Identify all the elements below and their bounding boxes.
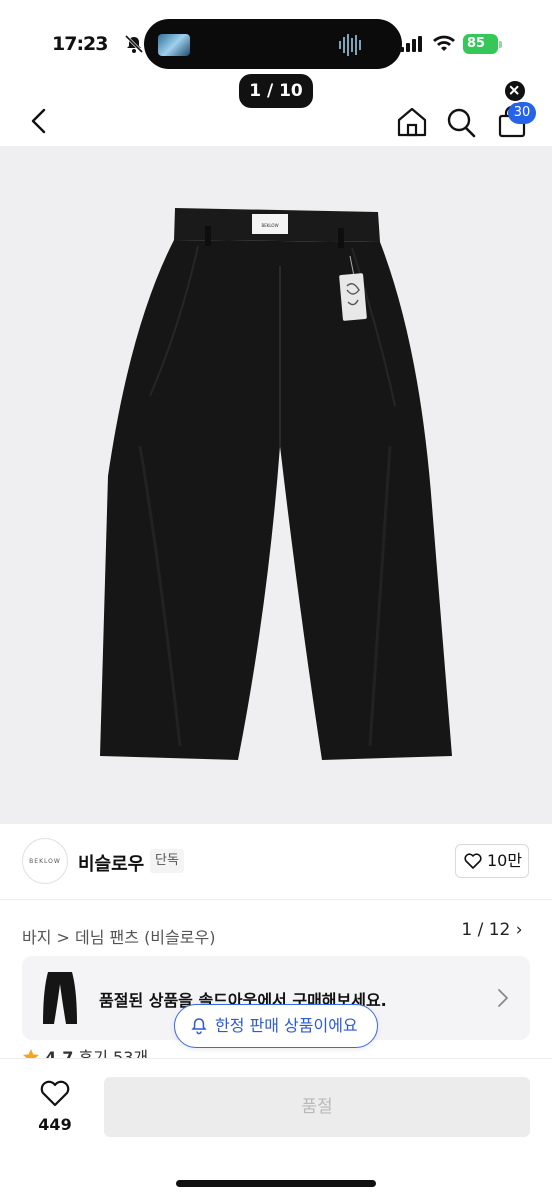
- status-bar: 17:23 85: [0, 0, 552, 80]
- brand-like-count: 10만: [487, 851, 523, 870]
- limited-sale-toast: 한정 판매 상품이에요: [174, 1004, 378, 1048]
- bell-muted-icon: [124, 34, 144, 54]
- toast-text: 한정 판매 상품이에요: [215, 1016, 358, 1035]
- svg-text:BEKLOW: BEKLOW: [261, 223, 278, 228]
- brand-name[interactable]: 비슬로우: [78, 850, 144, 876]
- brand-logo[interactable]: BEKLOW: [22, 838, 68, 884]
- battery-indicator: 85: [463, 34, 503, 54]
- status-time: 17:23: [52, 33, 108, 55]
- battery-level: 85: [463, 34, 498, 54]
- audio-wave-icon: [339, 34, 361, 56]
- soldout-button[interactable]: 품절: [104, 1077, 530, 1137]
- product-thumbnail: [43, 972, 77, 1024]
- close-icon[interactable]: [503, 79, 527, 103]
- image-counter[interactable]: 1 / 12 ›: [455, 912, 529, 948]
- wifi-icon: [433, 35, 455, 51]
- bottom-action-bar: 449 품절: [0, 1058, 552, 1200]
- back-icon[interactable]: [24, 104, 56, 138]
- search-icon[interactable]: [444, 104, 478, 140]
- home-indicator[interactable]: [176, 1180, 376, 1187]
- dynamic-island[interactable]: [144, 19, 402, 69]
- wishlist-button[interactable]: 449: [22, 1079, 88, 1149]
- category-breadcrumb[interactable]: 바지 > 데님 팬츠 (비슬로우): [22, 924, 215, 948]
- battery-tip: [499, 41, 502, 48]
- product-image-pants: BEKLOW: [100, 208, 452, 760]
- heart-icon: [464, 853, 482, 869]
- cellular-signal-icon: [400, 36, 422, 52]
- image-counter-text: 1 / 12: [461, 920, 511, 940]
- chevron-right-icon: ›: [515, 920, 523, 940]
- product-page: 17:23 85 1 / 10 30 BEKLOW 1 / 12 › BEKLO…: [0, 0, 552, 1200]
- image-counter-pill: 1 / 10: [239, 74, 313, 108]
- heart-icon: [40, 1080, 70, 1107]
- bell-icon: [191, 1018, 207, 1035]
- product-image-carousel[interactable]: BEKLOW 1 / 12 ›: [0, 146, 552, 948]
- wishlist-count: 449: [38, 1115, 72, 1134]
- home-icon[interactable]: [394, 104, 430, 140]
- brand-row[interactable]: BEKLOW 비슬로우 단독 10만: [0, 824, 552, 900]
- exclusive-badge: 단독: [150, 849, 184, 873]
- brand-like-button[interactable]: 10만: [455, 844, 529, 878]
- now-playing-thumbnail: [158, 34, 190, 56]
- cart-count-badge: 30: [508, 102, 536, 124]
- chevron-right-icon: [498, 989, 508, 1007]
